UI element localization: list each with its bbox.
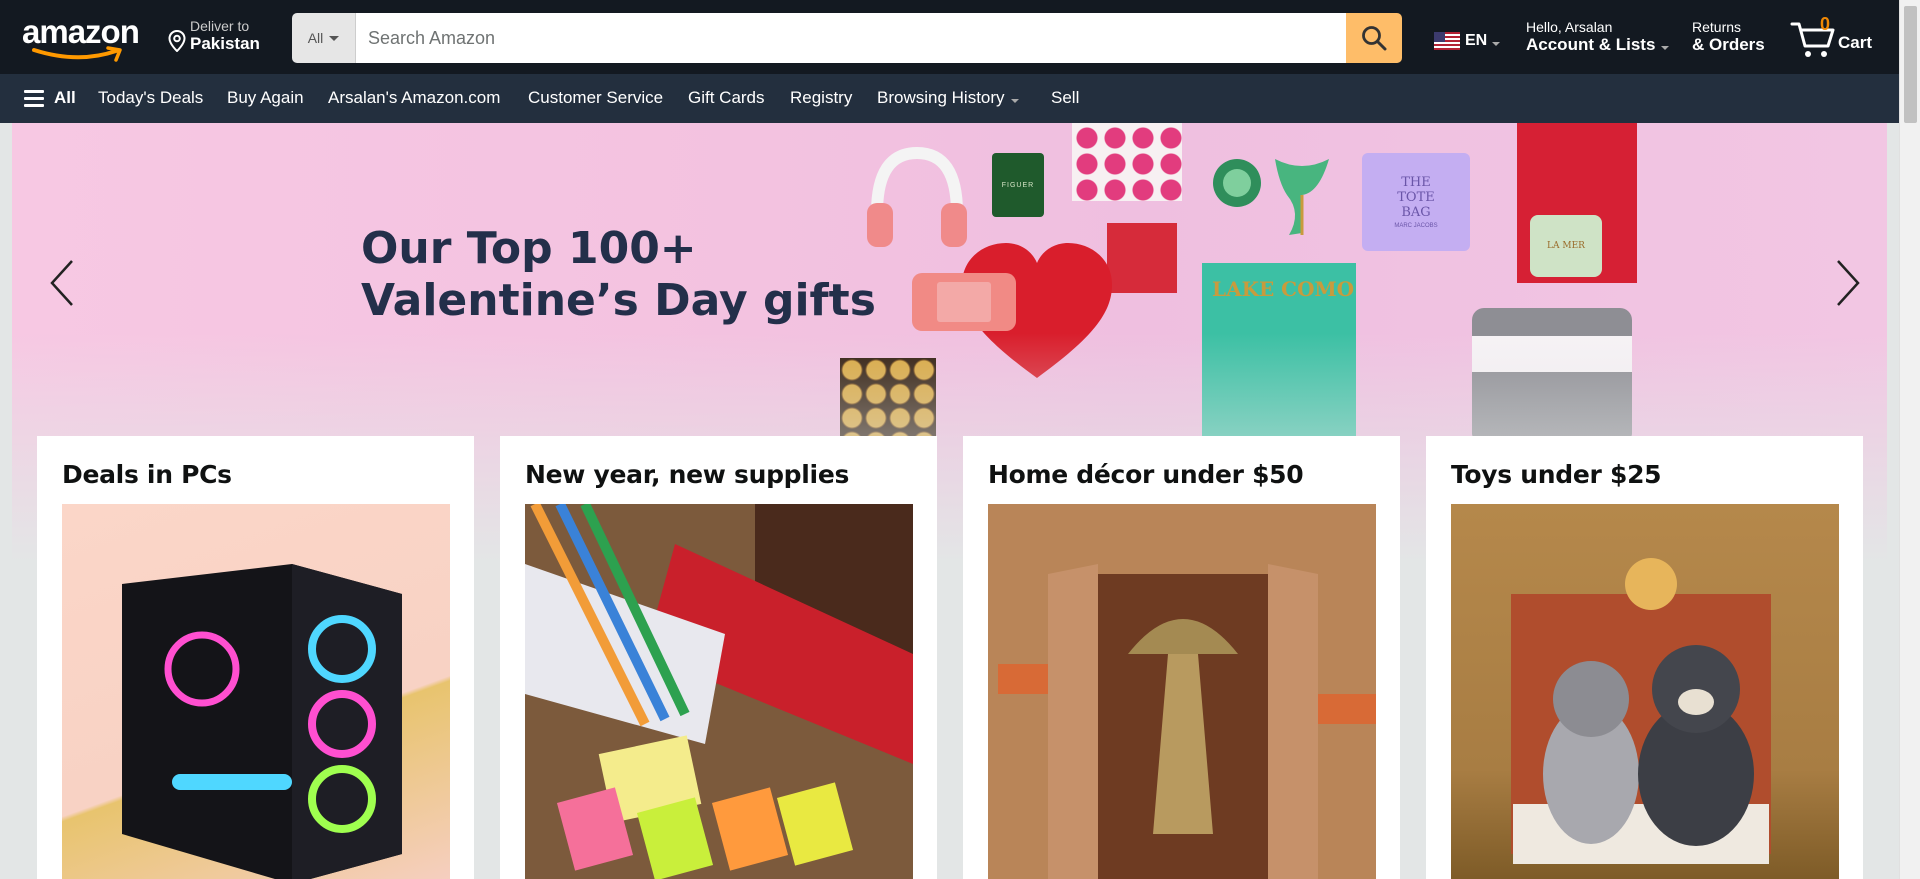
nav-customer-service[interactable]: Customer Service [528, 88, 663, 108]
pc-case-image[interactable] [62, 504, 450, 879]
chevron-down-icon [329, 35, 340, 41]
office-supplies-image[interactable] [525, 504, 913, 879]
headphones-image [867, 146, 967, 247]
language-label: EN [1465, 32, 1488, 49]
all-menu-button[interactable]: All [24, 88, 76, 108]
card-title[interactable]: Toys under $25 [1451, 460, 1838, 490]
candle-image: FIGUER [992, 153, 1044, 217]
small-gift-image [1107, 223, 1177, 293]
deliver-label: Deliver to [190, 18, 250, 34]
card-new-year-supplies: New year, new supplies [500, 436, 937, 879]
logo-text: amazon [22, 13, 140, 50]
card-title[interactable]: Home décor under $50 [988, 460, 1375, 490]
nav-todays-deals[interactable]: Today's Deals [98, 88, 203, 108]
search-category-label: All [307, 30, 324, 46]
tote-label: THE TOTE BAG [1397, 175, 1435, 220]
chevron-down-icon [1010, 99, 1019, 103]
card-title[interactable]: New year, new supplies [525, 460, 912, 490]
language-selector[interactable]: EN [1434, 32, 1501, 50]
deliver-country: Pakistan [190, 34, 260, 53]
amazon-logo[interactable]: amazon [22, 13, 144, 62]
page-scrollbar[interactable] [1899, 0, 1920, 879]
nav-buy-again[interactable]: Buy Again [227, 88, 304, 108]
returns-orders[interactable]: Returns & Orders [1692, 19, 1765, 55]
supplies-graphic [525, 504, 913, 879]
game-console-image [912, 273, 1016, 331]
scrollbar-thumb[interactable] [1904, 6, 1917, 123]
nav-sell[interactable]: Sell [1051, 88, 1079, 108]
tote-brand-label: MARC JACOBS [1394, 223, 1438, 229]
plush-toys-graphic [1511, 558, 1771, 864]
card-title[interactable]: Deals in PCs [62, 460, 449, 490]
nav-registry[interactable]: Registry [790, 88, 852, 108]
top-nav: amazon Deliver to Pakistan All Search Am… [0, 0, 1899, 74]
chevron-right-icon [1837, 260, 1860, 306]
search-icon [1362, 26, 1387, 51]
book-title: LAKE COMO [1212, 277, 1355, 301]
carousel-prev-button[interactable] [42, 253, 82, 313]
cart-count: 0 [1820, 14, 1831, 34]
secondary-nav: All Today's Deals Buy Again Arsalan's Am… [0, 74, 1899, 123]
browsing-history-label: Browsing History [877, 88, 1005, 107]
all-menu-label: All [54, 88, 76, 107]
search-category-dropdown[interactable]: All [292, 13, 356, 63]
account-greeting: Hello, Arsalan [1526, 19, 1613, 35]
deliver-to[interactable]: Deliver to Pakistan [168, 18, 260, 54]
search-input[interactable] [356, 13, 1346, 63]
chevron-down-icon [1661, 46, 1670, 50]
carousel-next-button[interactable] [1828, 253, 1868, 313]
hero-title-line2: Valentine’s Day gifts [361, 275, 876, 326]
account-menu[interactable]: Hello, Arsalan Account & Lists [1526, 19, 1670, 55]
card-deals-in-pcs: Deals in PCs [37, 436, 474, 879]
nav-browsing-history[interactable]: Browsing History [877, 88, 1019, 108]
toys-image[interactable] [1451, 504, 1839, 879]
cart-label: Cart [1838, 33, 1873, 52]
card-toys: Toys under $25 [1426, 436, 1863, 879]
hamburger-icon [24, 89, 44, 107]
nav-my-amazon[interactable]: Arsalan's Amazon.com [328, 88, 500, 108]
location-pin-icon [168, 30, 186, 52]
tote-bag-image: THE TOTE BAG MARC JACOBS [1362, 153, 1470, 251]
orders-label: & Orders [1692, 35, 1765, 54]
lamp-box-graphic [988, 504, 1376, 879]
chevron-down-icon [1492, 42, 1501, 46]
candle-label: FIGUER [1001, 181, 1035, 189]
roses-box-image [1072, 123, 1182, 201]
cream-jar-image: LA MER [1530, 215, 1602, 277]
glasses-image [1213, 159, 1329, 235]
search-bar: All [292, 13, 1402, 63]
account-lists-label: Account & Lists [1526, 35, 1656, 54]
home-decor-image[interactable] [988, 504, 1376, 879]
chevron-left-icon [50, 260, 73, 306]
pc-case-graphic [122, 564, 402, 879]
us-flag-icon [1434, 32, 1460, 50]
nav-gift-cards[interactable]: Gift Cards [688, 88, 765, 108]
hero-title[interactable]: Our Top 100+ Valentine’s Day gifts [361, 223, 876, 327]
card-home-decor: Home décor under $50 [963, 436, 1400, 879]
search-button[interactable] [1346, 13, 1402, 63]
smile-arrow-icon [32, 46, 122, 62]
returns-label: Returns [1692, 19, 1742, 35]
cart-button[interactable]: 0 Cart [1790, 14, 1880, 60]
hero-title-line1: Our Top 100+ [361, 223, 697, 274]
jar-label: LA MER [1547, 241, 1585, 251]
